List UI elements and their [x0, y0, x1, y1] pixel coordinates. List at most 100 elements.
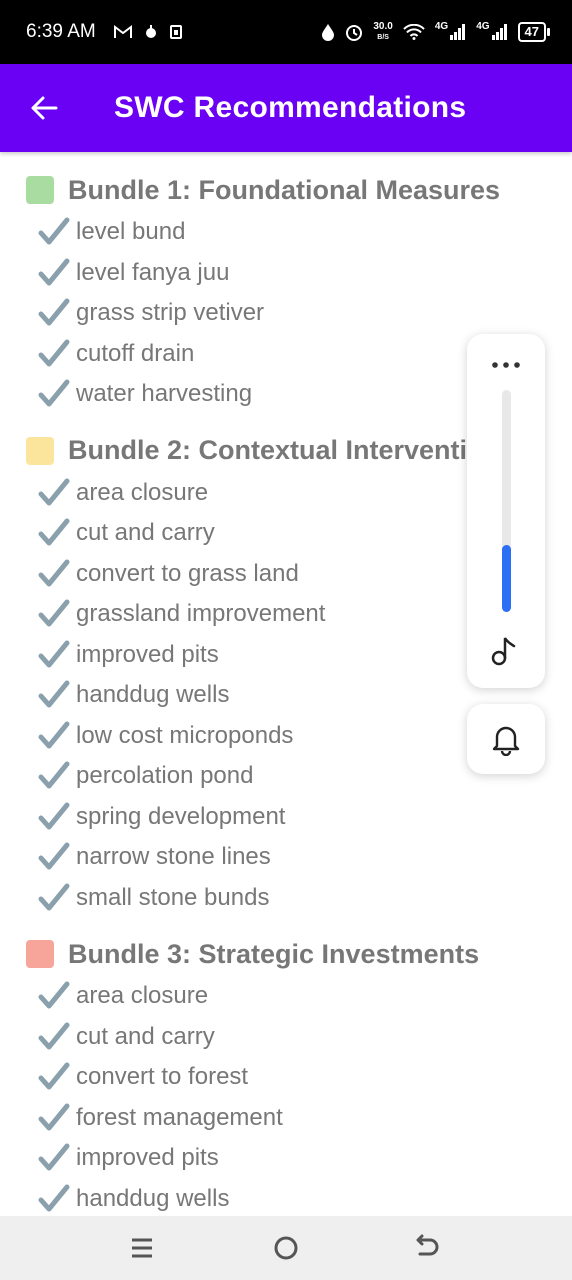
back-button[interactable] [20, 84, 68, 132]
network-speed-value: 30.0 [373, 20, 393, 32]
item-label: convert to forest [76, 1063, 249, 1091]
item-label: grassland improvement [76, 600, 326, 628]
item-label: forest management [76, 1103, 283, 1131]
back-arrow-icon [416, 1234, 439, 1256]
item-label: grass strip vetiver [76, 299, 265, 327]
item-label: handdug wells [76, 681, 230, 709]
signal-icon [450, 24, 466, 40]
clipboard-icon [169, 25, 182, 39]
item-label: cut and carry [76, 1022, 215, 1050]
item-label: cutoff drain [76, 339, 195, 367]
status-left-icons [113, 25, 182, 39]
item-label: handdug wells [76, 1184, 230, 1212]
status-bar: 6:39 AM 30.0 B/S 4G 4G 47 [0, 0, 572, 64]
item-label: narrow stone lines [76, 843, 271, 871]
check-mark-icon [38, 478, 70, 506]
list-item: area closure [26, 976, 572, 1017]
list-item: improved pits [26, 1138, 572, 1179]
network-speed: 30.0 B/S [373, 20, 393, 43]
item-label: area closure [76, 982, 209, 1010]
volume-slider-fill [502, 545, 511, 612]
recents-button[interactable] [126, 1232, 158, 1264]
list-item: grass strip vetiver [26, 293, 572, 334]
home-circle-icon [274, 1236, 298, 1260]
list-item: convert to forest [26, 1057, 572, 1098]
list-item: forest management [26, 1098, 572, 1139]
network-speed-unit: B/S [377, 33, 389, 41]
check-mark-icon [38, 883, 70, 911]
bell-icon [492, 726, 520, 756]
check-mark-icon [38, 1103, 70, 1131]
list-item: level fanya juu [26, 253, 572, 294]
item-label: percolation pond [76, 762, 254, 790]
navigation-bar [0, 1216, 572, 1280]
list-item: spring development [26, 797, 572, 838]
bundle-title: Bundle 1: Foundational Measures [68, 174, 501, 205]
bundle-header: Bundle 3: Strategic Investments [26, 932, 572, 976]
notification-icon [145, 25, 156, 38]
check-mark-icon [38, 1022, 70, 1050]
red-square-icon [26, 940, 54, 968]
check-mark-icon [38, 298, 70, 326]
check-mark-icon [38, 1184, 70, 1212]
green-square-icon [26, 176, 54, 204]
check-mark-icon [38, 559, 70, 587]
home-button[interactable] [270, 1232, 302, 1264]
more-horizontal-icon [492, 362, 520, 368]
water-drop-icon [322, 24, 335, 41]
item-label: spring development [76, 802, 286, 830]
status-time: 6:39 AM [26, 21, 96, 42]
signal-icon [491, 24, 507, 40]
check-mark-icon [38, 379, 70, 407]
item-label: level fanya juu [76, 258, 230, 286]
check-mark-icon [38, 217, 70, 245]
item-label: improved pits [76, 640, 219, 668]
volume-slider[interactable] [502, 390, 511, 612]
item-label: improved pits [76, 1144, 219, 1172]
check-mark-icon [38, 640, 70, 668]
check-mark-icon [38, 258, 70, 286]
menu-icon [132, 1238, 152, 1258]
wifi-icon [403, 24, 425, 40]
bundle-title: Bundle 2: Contextual Interventions [68, 435, 516, 465]
list-item: small stone bunds [26, 878, 572, 919]
alarm-icon [346, 25, 363, 41]
check-mark-icon [38, 599, 70, 627]
music-note-icon [491, 637, 516, 666]
item-label: convert to grass land [76, 559, 299, 587]
status-right-icons: 30.0 B/S 4G 4G 47 [321, 20, 551, 43]
list-item: cut and carry [26, 1017, 572, 1058]
item-label: water harvesting [76, 380, 253, 408]
item-label: small stone bunds [76, 883, 270, 911]
network-type-1: 4G [434, 20, 449, 32]
check-mark-icon [38, 680, 70, 708]
check-mark-icon [38, 842, 70, 870]
check-mark-icon [38, 518, 70, 546]
check-mark-icon [38, 339, 70, 367]
check-mark-icon [38, 802, 70, 830]
ring-mode-button[interactable] [467, 704, 545, 774]
bundle-3: Bundle 3: Strategic Investments area clo… [26, 932, 572, 1216]
volume-panel [467, 334, 545, 688]
bundle-header: Bundle 1: Foundational Measures [26, 168, 572, 212]
check-mark-icon [38, 981, 70, 1009]
list-item: narrow stone lines [26, 837, 572, 878]
check-mark-icon [38, 1143, 70, 1171]
list-item: level bund [26, 212, 572, 253]
check-mark-icon [38, 721, 70, 749]
gmail-icon [113, 25, 132, 38]
app-bar: SWC Recommendations [0, 64, 572, 152]
item-label: low cost microponds [76, 721, 294, 749]
item-label: level bund [76, 218, 186, 246]
arrow-back-icon [31, 96, 58, 120]
more-options-button[interactable] [467, 352, 545, 372]
battery-indicator: 47 [517, 22, 551, 42]
check-mark-icon [38, 1062, 70, 1090]
yellow-square-icon [26, 436, 54, 465]
media-volume-button[interactable] [488, 632, 524, 668]
list-item: handdug wells [26, 1179, 572, 1217]
item-label: cut and carry [76, 519, 215, 547]
item-label: area closure [76, 478, 209, 506]
bundle-title: Bundle 3: Strategic Investments [68, 938, 480, 969]
back-nav-button[interactable] [412, 1232, 444, 1264]
